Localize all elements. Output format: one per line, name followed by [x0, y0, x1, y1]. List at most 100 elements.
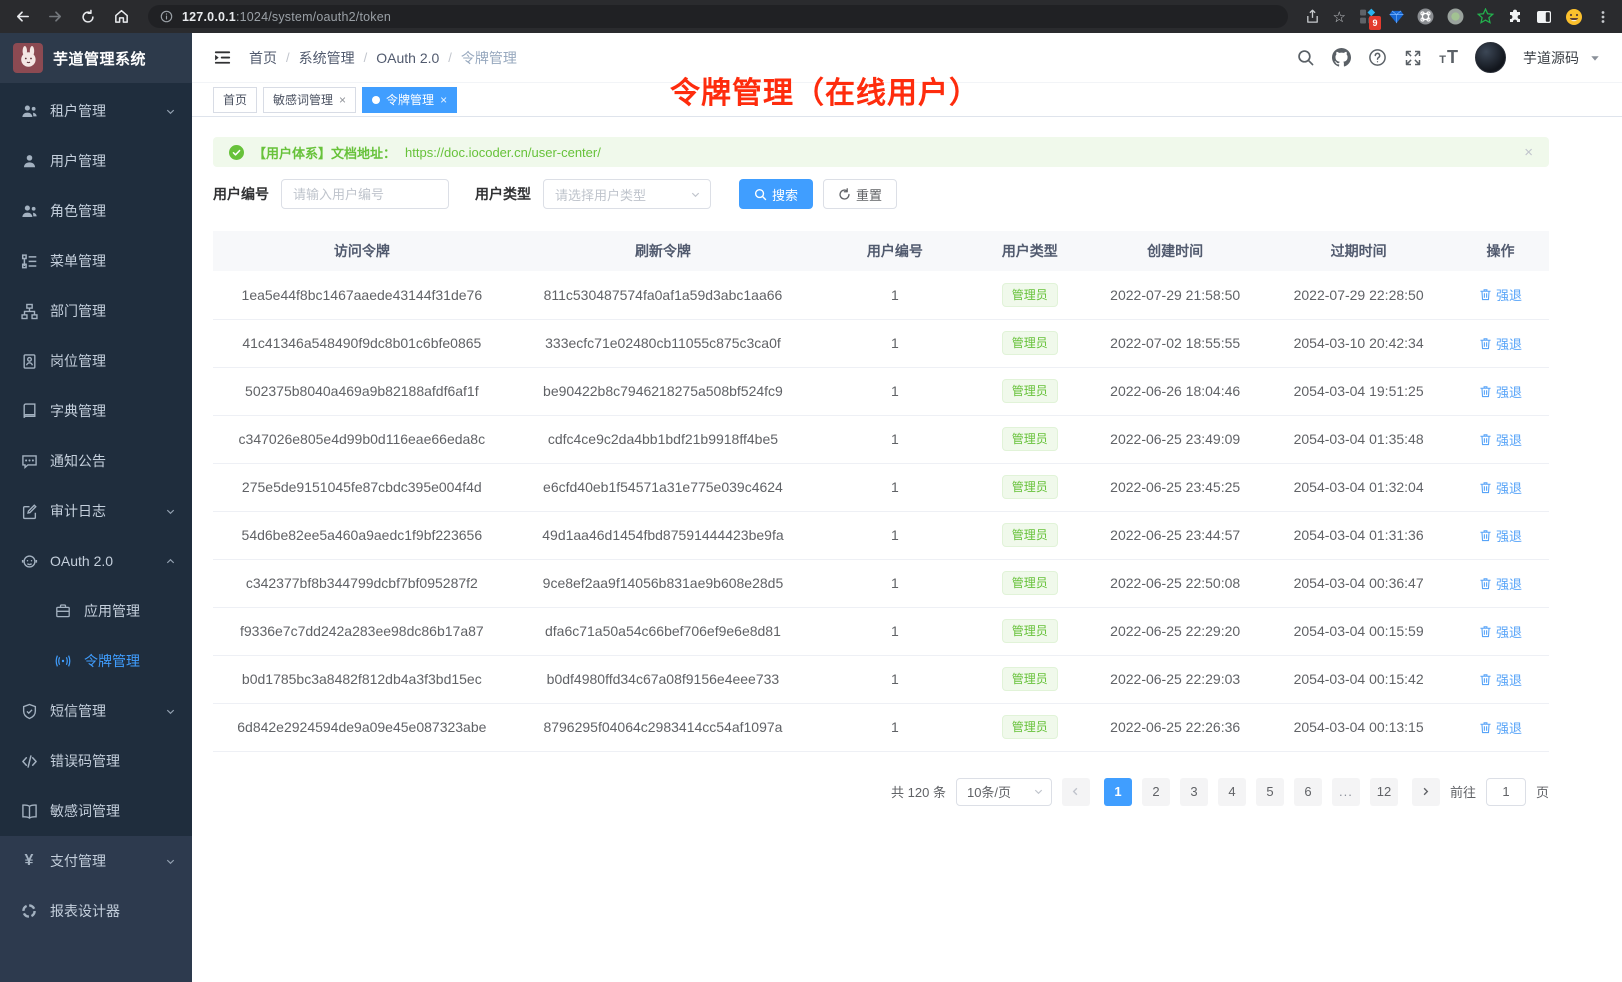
address-bar[interactable]: 127.0.0.1:1024/system/oauth2/token [148, 5, 1288, 28]
close-icon[interactable]: × [440, 94, 447, 106]
page-size-select[interactable]: 10条/页 [956, 778, 1052, 806]
sidebar-item[interactable]: ¥支付管理 [0, 836, 192, 886]
dict-book-icon [19, 403, 39, 420]
green-dot-circle-icon[interactable] [1447, 8, 1464, 25]
sidebar-item[interactable]: 岗位管理 [0, 336, 192, 386]
github-icon[interactable] [1332, 48, 1351, 67]
tab-敏感词管理[interactable]: 敏感词管理× [263, 87, 356, 113]
sidebar-item-label: 令牌管理 [84, 651, 176, 671]
collapse-sidebar-icon[interactable] [213, 48, 232, 67]
sidebar-item[interactable]: 短信管理 [0, 686, 192, 736]
post-badge-icon [19, 353, 39, 370]
chevron-down-icon[interactable] [1590, 53, 1600, 63]
search-icon[interactable] [1296, 48, 1315, 67]
home-icon[interactable] [111, 8, 131, 25]
search-button[interactable]: 搜索 [739, 179, 813, 209]
expire-time-cell: 2054-03-04 00:15:59 [1265, 607, 1452, 655]
emoji-face-icon[interactable] [1565, 8, 1583, 26]
help-icon[interactable] [1368, 48, 1387, 67]
forward-icon[interactable] [45, 8, 65, 25]
sidebar-item-label: 部门管理 [50, 301, 176, 321]
more-pages-button[interactable]: ... [1332, 778, 1360, 806]
force-logout-button[interactable]: 强退 [1479, 718, 1522, 737]
sidebar-item[interactable]: 角色管理 [0, 186, 192, 236]
column-header: 刷新令牌 [511, 231, 816, 271]
goto-page-input[interactable] [1486, 778, 1526, 806]
force-logout-button[interactable]: 强退 [1479, 478, 1522, 497]
bookmark-star-icon[interactable]: ☆ [1333, 8, 1346, 26]
expire-time-cell: 2054-03-04 19:51:25 [1265, 367, 1452, 415]
page-button[interactable]: 2 [1142, 778, 1170, 806]
user-type-badge: 管理员 [1002, 715, 1058, 739]
sidebar-item[interactable]: 令牌管理 [0, 636, 192, 686]
gem-icon[interactable] [1389, 9, 1404, 24]
force-logout-button[interactable]: 强退 [1479, 382, 1522, 401]
sidebar-item[interactable]: 审计日志 [0, 486, 192, 536]
page-button[interactable]: 5 [1256, 778, 1284, 806]
doc-link[interactable]: https://doc.iocoder.cn/user-center/ [405, 145, 601, 160]
reset-button[interactable]: 重置 [823, 179, 897, 209]
force-logout-button[interactable]: 强退 [1479, 285, 1522, 304]
tab-令牌管理[interactable]: 令牌管理× [362, 87, 457, 113]
username[interactable]: 芋道源码 [1523, 48, 1579, 68]
page-button[interactable]: 6 [1294, 778, 1322, 806]
sidebar-item[interactable]: 应用管理 [0, 586, 192, 636]
url-text: 127.0.0.1:1024/system/oauth2/token [182, 10, 391, 24]
force-logout-button[interactable]: 强退 [1479, 430, 1522, 449]
next-page-button[interactable] [1412, 778, 1440, 806]
page-button[interactable]: 1 [1104, 778, 1132, 806]
app-logo[interactable]: 芋道管理系统 [0, 33, 192, 83]
font-size-icon[interactable]: TT [1439, 47, 1458, 68]
user-type-select[interactable]: 请选择用户类型 [543, 179, 711, 209]
sidebar-item[interactable]: 通知公告 [0, 436, 192, 486]
page-info-icon[interactable] [160, 10, 173, 23]
force-logout-button[interactable]: 强退 [1479, 574, 1522, 593]
sidebar-item[interactable]: 用户管理 [0, 136, 192, 186]
dept-org-icon [19, 303, 39, 320]
puzzle-icon[interactable] [1507, 9, 1523, 25]
sidebar-item[interactable]: 字典管理 [0, 386, 192, 436]
user-type-cell: 管理员 [974, 319, 1085, 367]
fullscreen-icon[interactable] [1404, 49, 1422, 67]
sidebar-item[interactable]: 菜单管理 [0, 236, 192, 286]
created-time-cell: 2022-06-25 22:26:36 [1085, 703, 1265, 751]
close-icon[interactable]: × [1524, 145, 1533, 160]
user-type-cell: 管理员 [974, 607, 1085, 655]
avatar[interactable] [1475, 42, 1506, 73]
tab-首页[interactable]: 首页 [213, 87, 257, 113]
force-logout-button[interactable]: 强退 [1479, 334, 1522, 353]
table-row: f9336e7c7dd242a283ee98dc86b17a87dfa6c71a… [213, 607, 1549, 655]
close-icon[interactable]: × [339, 94, 346, 106]
force-logout-button[interactable]: 强退 [1479, 622, 1522, 641]
kebab-menu-icon[interactable] [1596, 10, 1610, 24]
force-logout-button[interactable]: 强退 [1479, 670, 1522, 689]
prev-page-button[interactable] [1062, 778, 1090, 806]
column-header: 过期时间 [1265, 231, 1452, 271]
green-star-icon[interactable] [1477, 8, 1494, 25]
page-button[interactable]: 4 [1218, 778, 1246, 806]
breadcrumb-item[interactable]: 首页 [249, 48, 277, 68]
share-icon[interactable] [1305, 9, 1320, 24]
sidebar-item[interactable]: 部门管理 [0, 286, 192, 336]
access-token-cell: 41c41346a548490f9dc8b01c6bfe0865 [213, 319, 511, 367]
sidebar-item-label: 支付管理 [50, 851, 165, 871]
back-icon[interactable] [12, 8, 32, 25]
sidebar-item[interactable]: 敏感词管理 [0, 786, 192, 836]
user-id-input[interactable] [281, 179, 449, 209]
sidebar-item[interactable]: OAuth 2.0 [0, 536, 192, 586]
command-circle-icon[interactable] [1417, 8, 1434, 25]
breadcrumb-item[interactable]: 系统管理 [299, 48, 355, 68]
force-logout-button[interactable]: 强退 [1479, 526, 1522, 545]
page-button[interactable]: 12 [1370, 778, 1398, 806]
extensions-grid-icon[interactable]: 9 [1359, 8, 1376, 25]
user-id-cell: 1 [815, 415, 974, 463]
sidebar-item[interactable]: 租户管理 [0, 86, 192, 136]
sidebar-item[interactable]: 错误码管理 [0, 736, 192, 786]
breadcrumb-item[interactable]: OAuth 2.0 [376, 50, 439, 66]
reload-icon[interactable] [78, 9, 98, 25]
expire-time-cell: 2054-03-04 01:31:36 [1265, 511, 1452, 559]
sidebar-item[interactable]: 报表设计器 [0, 886, 192, 936]
user-type-badge: 管理员 [1002, 523, 1058, 547]
side-panel-icon[interactable] [1536, 9, 1552, 25]
page-button[interactable]: 3 [1180, 778, 1208, 806]
